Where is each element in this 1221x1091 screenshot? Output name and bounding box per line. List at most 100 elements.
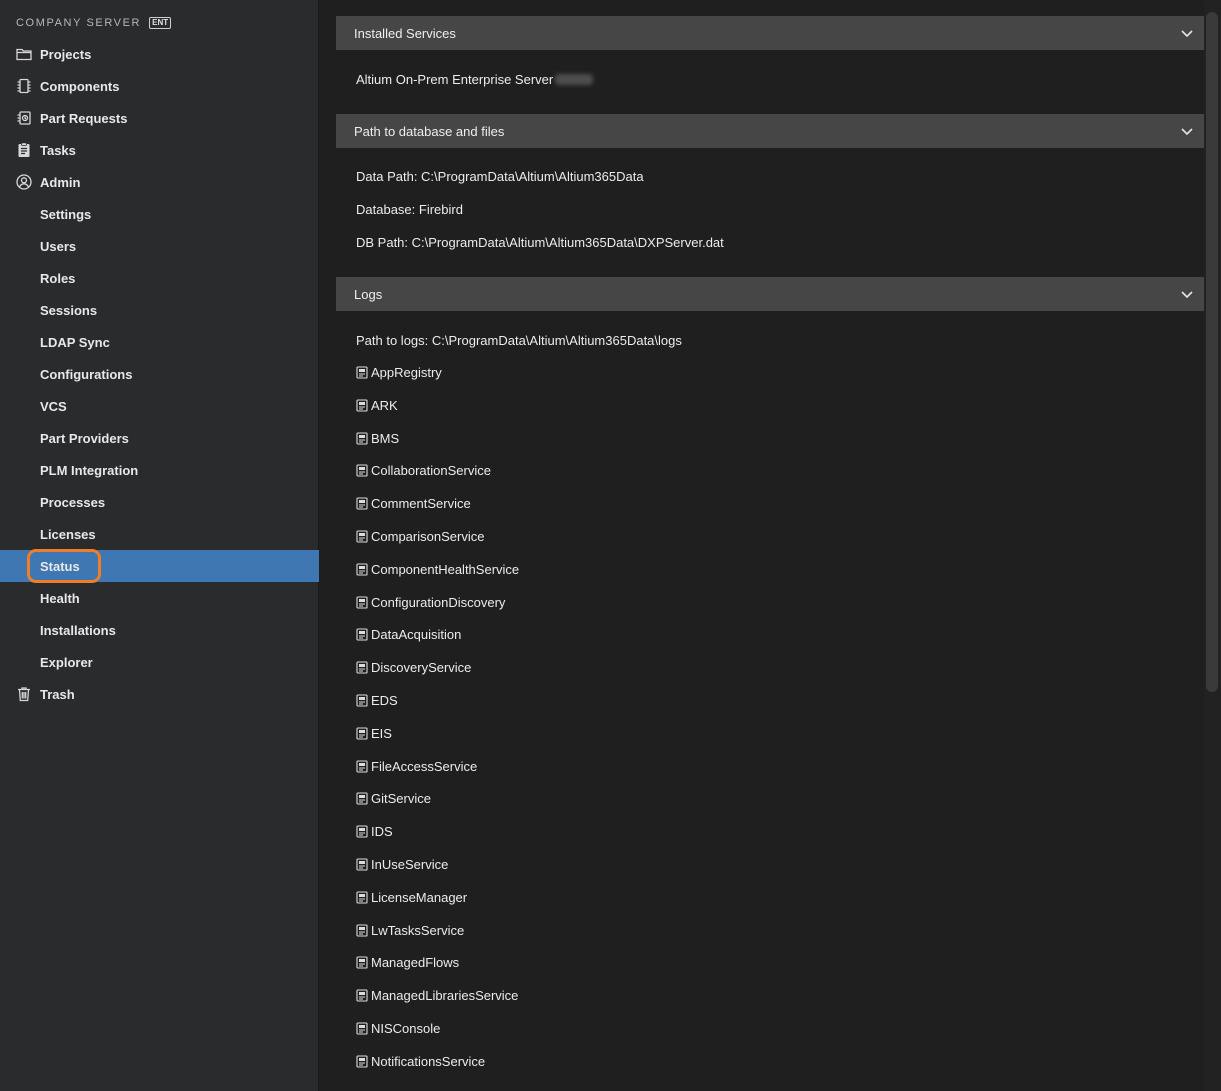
- sidebar-item-settings[interactable]: Settings: [0, 198, 319, 230]
- log-item-label: ARK: [371, 397, 398, 413]
- panel-title: Logs: [354, 286, 383, 302]
- log-item-label: LwTasksService: [371, 922, 465, 938]
- log-item[interactable]: EDS: [356, 691, 398, 709]
- log-item[interactable]: NotificationsService: [356, 1052, 485, 1070]
- log-item[interactable]: InUseService: [356, 855, 448, 873]
- panel-title: Installed Services: [354, 25, 456, 41]
- sidebar-item-processes[interactable]: Processes: [0, 486, 319, 518]
- sidebar-item-label: Trash: [40, 686, 75, 702]
- sidebar-item-label: Sessions: [40, 302, 98, 318]
- sidebar-item-users[interactable]: Users: [0, 230, 319, 262]
- file-icon: [356, 1021, 368, 1035]
- file-icon: [356, 824, 368, 838]
- log-item[interactable]: ManagedLibrariesService: [356, 986, 518, 1004]
- db-path-text: DB Path: C:\ProgramData\Altium\Altium365…: [356, 234, 724, 250]
- file-icon: [356, 955, 368, 969]
- log-item[interactable]: DataAcquisition: [356, 625, 461, 643]
- log-item[interactable]: BMS: [356, 429, 399, 447]
- sidebar-item-projects[interactable]: Projects: [0, 38, 319, 70]
- sidebar-item-health[interactable]: Health: [0, 582, 319, 614]
- sidebar-item-label: Configurations: [40, 366, 133, 382]
- sidebar-item-components[interactable]: Components: [0, 70, 319, 102]
- sidebar-item-label: Roles: [40, 270, 76, 286]
- file-icon: [356, 726, 368, 740]
- file-icon: [356, 496, 368, 510]
- sidebar-item-status[interactable]: Status: [0, 550, 319, 582]
- log-item[interactable]: ComparisonService: [356, 527, 484, 545]
- log-item[interactable]: DiscoveryService: [356, 658, 471, 676]
- app-window: COMPANY SERVER ENT Projects Components P…: [0, 0, 1221, 1091]
- sidebar-item-part-providers[interactable]: Part Providers: [0, 422, 319, 454]
- chevron-down-icon[interactable]: [1178, 24, 1196, 42]
- log-item[interactable]: CollaborationService: [356, 461, 491, 479]
- panel-title: Path to database and files: [354, 123, 505, 139]
- log-item-label: NISConsole: [371, 1020, 441, 1036]
- log-item-label: IDS: [371, 823, 393, 839]
- sidebar-item-vcs[interactable]: VCS: [0, 390, 319, 422]
- installed-services-header[interactable]: Installed Services: [336, 16, 1204, 50]
- log-item[interactable]: FileAccessService: [356, 757, 477, 775]
- chevron-down-icon[interactable]: [1178, 122, 1196, 140]
- log-item[interactable]: GitService: [356, 789, 431, 807]
- folder-icon: [15, 45, 33, 63]
- sidebar-item-installations[interactable]: Installations: [0, 614, 319, 646]
- file-icon: [356, 463, 368, 477]
- log-item-label: ConfigurationDiscovery: [371, 594, 506, 610]
- log-item-label: GitService: [371, 790, 431, 806]
- log-item[interactable]: ManagedFlows: [356, 953, 459, 971]
- brand-name: COMPANY SERVER: [16, 17, 142, 29]
- part-request-icon: [15, 109, 33, 127]
- edition-badge: ENT: [149, 17, 172, 29]
- installed-service-row: Altium On-Prem Enterprise Server: [356, 70, 594, 88]
- sidebar-item-admin[interactable]: Admin: [0, 166, 319, 198]
- database-text: Database: Firebird: [356, 201, 463, 217]
- logs-path-text: Path to logs: C:\ProgramData\Altium\Alti…: [356, 332, 682, 348]
- redacted-version: [555, 73, 594, 85]
- sidebar-item-label: PLM Integration: [40, 462, 139, 478]
- sidebar-item-part-requests[interactable]: Part Requests: [0, 102, 319, 134]
- paths-header[interactable]: Path to database and files: [336, 114, 1204, 148]
- log-item[interactable]: CommentService: [356, 494, 471, 512]
- sidebar-item-configurations[interactable]: Configurations: [0, 358, 319, 390]
- log-item[interactable]: IDS: [356, 822, 393, 840]
- sidebar: COMPANY SERVER ENT Projects Components P…: [0, 0, 319, 1091]
- log-item[interactable]: LwTasksService: [356, 921, 464, 939]
- file-icon: [356, 365, 368, 379]
- file-icon: [356, 988, 368, 1002]
- log-item-label: NotificationsService: [371, 1053, 486, 1069]
- sidebar-item-ldap-sync[interactable]: LDAP Sync: [0, 326, 319, 358]
- sidebar-item-licenses[interactable]: Licenses: [0, 518, 319, 550]
- data-path-text: Data Path: C:\ProgramData\Altium\Altium3…: [356, 168, 644, 184]
- sidebar-item-roles[interactable]: Roles: [0, 262, 319, 294]
- log-item-label: BMS: [371, 430, 400, 446]
- file-icon: [356, 1054, 368, 1068]
- log-item[interactable]: EIS: [356, 724, 392, 742]
- log-item-label: CollaborationService: [371, 462, 491, 478]
- sidebar-item-explorer[interactable]: Explorer: [0, 646, 319, 678]
- sidebar-item-plm-integration[interactable]: PLM Integration: [0, 454, 319, 486]
- log-item-label: FileAccessService: [371, 758, 478, 774]
- log-item[interactable]: ConfigurationDiscovery: [356, 593, 505, 611]
- logs-header[interactable]: Logs: [336, 277, 1204, 311]
- file-icon: [356, 791, 368, 805]
- chevron-down-icon[interactable]: [1178, 285, 1196, 303]
- log-item[interactable]: NISConsole: [356, 1019, 440, 1037]
- clipboard-icon: [15, 141, 33, 159]
- sidebar-item-tasks[interactable]: Tasks: [0, 134, 319, 166]
- log-item[interactable]: ARK: [356, 396, 398, 414]
- log-item-label: EIS: [371, 725, 392, 741]
- sidebar-item-label: VCS: [40, 398, 67, 414]
- log-item[interactable]: ComponentHealthService: [356, 560, 519, 578]
- log-item-label: ComponentHealthService: [371, 561, 520, 577]
- chip-icon: [15, 77, 33, 95]
- main-content: Installed Services Altium On-Prem Enterp…: [320, 0, 1221, 1091]
- sidebar-item-label: Part Requests: [40, 110, 128, 126]
- sidebar-item-sessions[interactable]: Sessions: [0, 294, 319, 326]
- log-item[interactable]: LicenseManager: [356, 888, 467, 906]
- sidebar-item-trash[interactable]: Trash: [0, 678, 319, 710]
- log-item[interactable]: AppRegistry: [356, 363, 442, 381]
- sidebar-item-label: Licenses: [40, 526, 96, 542]
- file-icon: [356, 759, 368, 773]
- sidebar-item-label: Components: [40, 78, 120, 94]
- scrollbar-thumb[interactable]: [1206, 12, 1218, 692]
